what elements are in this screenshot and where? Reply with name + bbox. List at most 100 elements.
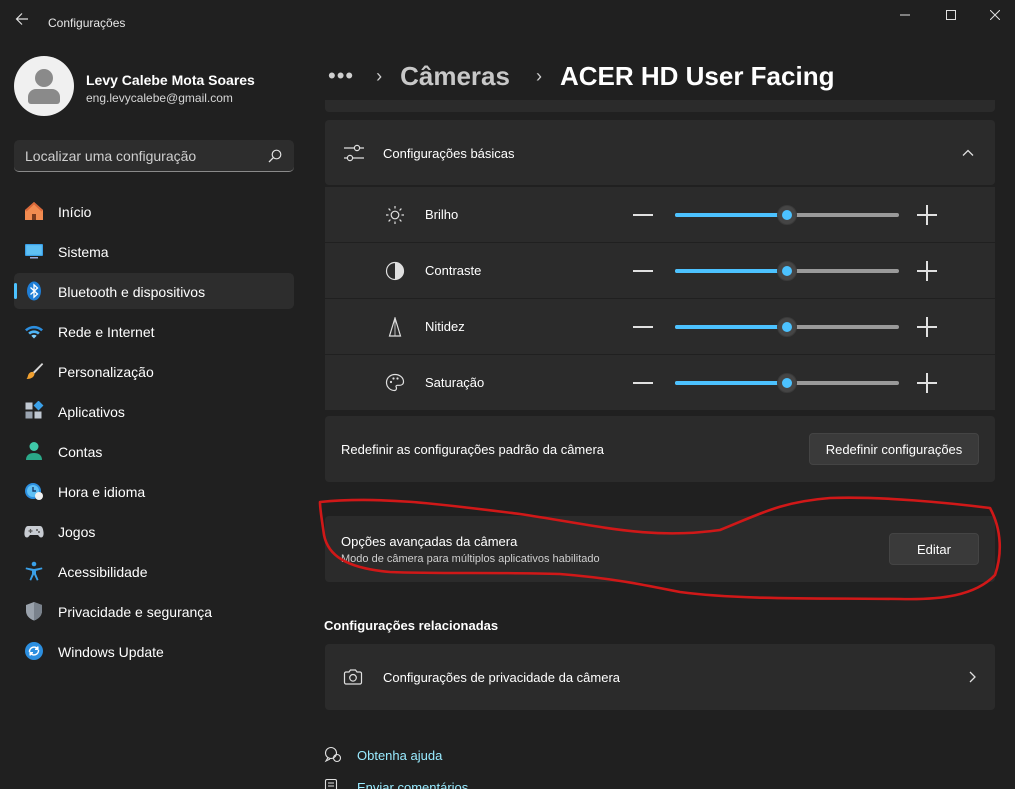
slider-thumb[interactable] (777, 317, 797, 337)
slider-fill (675, 213, 787, 217)
reset-defaults-card: Redefinir as configurações padrão da câm… (325, 416, 995, 482)
slider-row-nitidez: Nitidez (325, 299, 995, 354)
sidebar-item-label: Jogos (58, 524, 96, 540)
chevron-right-icon: › (535, 65, 542, 86)
home-icon (25, 202, 43, 220)
edit-button[interactable]: Editar (889, 533, 979, 565)
decrease-button[interactable] (633, 382, 653, 384)
profile-email: eng.levycalebe@gmail.com (86, 91, 233, 105)
contrast-icon (385, 261, 405, 281)
sidebar-item-label: Personalização (58, 364, 154, 380)
increase-button[interactable] (917, 317, 937, 337)
previous-card-edge (325, 100, 995, 112)
sharpness-slider[interactable] (675, 317, 899, 337)
sharpness-icon (388, 317, 402, 337)
sidebar-item-rede[interactable]: Rede e Internet (14, 313, 294, 349)
reset-settings-button[interactable]: Redefinir configurações (809, 433, 979, 465)
gamepad-icon (24, 526, 44, 538)
send-feedback-label: Enviar comentários (357, 780, 469, 789)
decrease-button[interactable] (633, 326, 653, 328)
active-indicator (14, 283, 17, 299)
basic-settings-label: Configurações básicas (383, 146, 515, 161)
sidebar-item-jogos[interactable]: Jogos (14, 513, 294, 549)
slider-label: Nitidez (425, 319, 465, 334)
breadcrumb-overflow-button[interactable]: ••• (328, 62, 354, 90)
app-title: Configurações (48, 16, 126, 30)
sidebar-item-personalizacao[interactable]: Personalização (14, 353, 294, 389)
get-help-label: Obtenha ajuda (357, 748, 443, 763)
arrow-left-icon (15, 13, 28, 25)
chevron-up-icon[interactable] (961, 146, 975, 160)
slider-row-brilho: Brilho (325, 187, 995, 242)
close-button[interactable] (974, 0, 1015, 30)
chevron-right-icon: › (376, 65, 383, 86)
increase-button[interactable] (917, 373, 937, 393)
slider-label: Contraste (425, 263, 482, 278)
sidebar-item-aplicativos[interactable]: Aplicativos (14, 393, 294, 429)
decrease-button[interactable] (633, 270, 653, 272)
search-box[interactable] (14, 140, 294, 172)
clock-globe-icon (25, 483, 43, 500)
slider-row-contraste: Contraste (325, 243, 995, 298)
related-settings-heading: Configurações relacionadas (324, 618, 499, 633)
search-input[interactable] (14, 140, 264, 171)
slider-thumb[interactable] (777, 261, 797, 281)
camera-icon (343, 669, 363, 685)
feedback-icon (324, 778, 338, 789)
sidebar-item-acessibilidade[interactable]: Acessibilidade (14, 553, 294, 589)
sidebar-item-hora[interactable]: Hora e idioma (14, 473, 294, 509)
accessibility-icon (25, 561, 43, 581)
sidebar-item-privacidade[interactable]: Privacidade e segurança (14, 593, 294, 629)
advanced-options-title: Opções avançadas da câmera (341, 534, 518, 549)
shield-icon (26, 602, 42, 621)
slider-label: Brilho (425, 207, 459, 222)
reset-defaults-label: Redefinir as configurações padrão da câm… (341, 442, 605, 457)
camera-privacy-label: Configurações de privacidade da câmera (383, 670, 621, 685)
sidebar-item-sistema[interactable]: Sistema (14, 233, 294, 269)
sidebar-item-windows-update[interactable]: Windows Update (14, 633, 294, 669)
contrast-slider[interactable] (675, 261, 899, 281)
sidebar-item-bluetooth[interactable]: Bluetooth e dispositivos (14, 273, 294, 309)
sidebar-item-contas[interactable]: Contas (14, 433, 294, 469)
back-button[interactable] (12, 12, 32, 32)
decrease-button[interactable] (633, 214, 653, 216)
basic-settings-header[interactable]: Configurações básicas (325, 120, 995, 185)
search-icon[interactable] (268, 149, 282, 163)
maximize-button[interactable] (928, 0, 974, 30)
sidebar-nav: Início Sistema Bluetooth e dispositivos … (14, 193, 294, 673)
increase-button[interactable] (917, 205, 937, 225)
breadcrumb-cameras-link[interactable]: Câmeras (400, 61, 510, 92)
account-icon (26, 442, 42, 460)
slider-fill (675, 381, 787, 385)
sidebar-item-label: Bluetooth e dispositivos (58, 284, 206, 300)
slider-row-saturacao: Saturação (325, 355, 995, 410)
brightness-icon (386, 206, 404, 224)
monitor-icon (25, 244, 43, 259)
sidebar-item-inicio[interactable]: Início (14, 193, 294, 229)
increase-button[interactable] (917, 261, 937, 281)
close-icon (989, 10, 1000, 20)
sidebar-item-label: Início (58, 204, 92, 220)
sidebar-item-label: Acessibilidade (58, 564, 148, 580)
sidebar-item-label: Privacidade e segurança (58, 604, 213, 620)
sidebar-item-label: Windows Update (58, 644, 164, 660)
slider-fill (675, 325, 787, 329)
slider-thumb[interactable] (777, 205, 797, 225)
minimize-button[interactable] (882, 0, 928, 30)
camera-privacy-settings-link[interactable]: Configurações de privacidade da câmera (325, 644, 995, 710)
sidebar-item-label: Rede e Internet (58, 324, 155, 340)
brightness-slider[interactable] (675, 205, 899, 225)
slider-thumb[interactable] (777, 373, 797, 393)
help-chat-icon (324, 746, 342, 763)
saturation-slider[interactable] (675, 373, 899, 393)
avatar (14, 56, 74, 116)
chevron-right-icon (969, 671, 976, 683)
slider-label: Saturação (425, 375, 485, 390)
sidebar-item-label: Contas (58, 444, 103, 460)
palette-icon (385, 373, 405, 392)
sidebar-item-label: Sistema (58, 244, 109, 260)
sliders-icon (344, 144, 364, 162)
breadcrumb: ••• › Câmeras › ACER HD User Facing (328, 56, 834, 96)
profile-name: Levy Calebe Mota Soares (86, 72, 255, 88)
bluetooth-icon (27, 281, 41, 301)
